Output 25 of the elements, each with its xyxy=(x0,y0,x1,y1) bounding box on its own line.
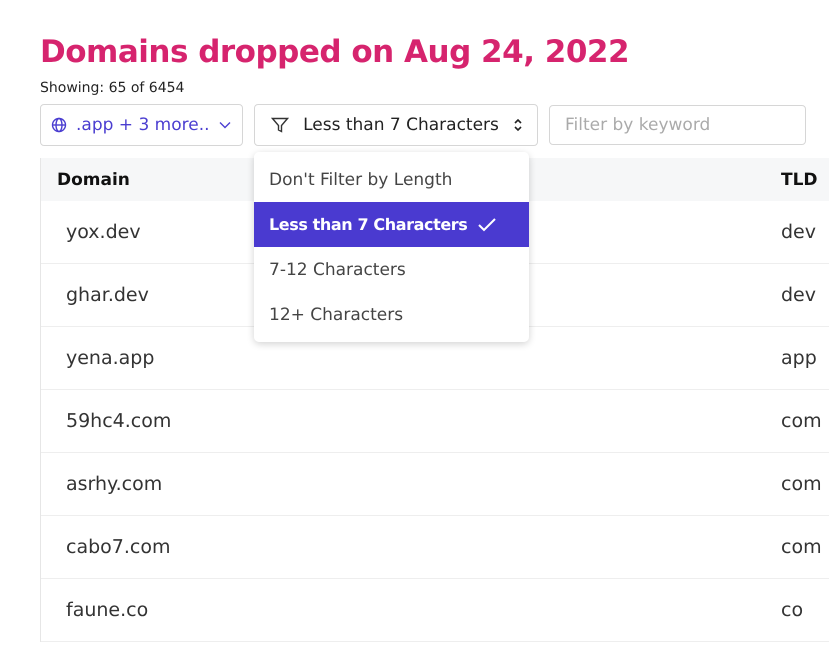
keyword-field[interactable]: Filter by keyword xyxy=(549,105,806,145)
table-cell: 59hc4.com xyxy=(66,410,172,432)
table-cell-text: dev xyxy=(781,284,817,306)
table-cell: com xyxy=(781,536,821,558)
table-cell: com xyxy=(781,410,821,432)
column-header: TLD xyxy=(781,170,819,190)
table-cell: yox.dev xyxy=(66,221,141,243)
table-cell: com xyxy=(781,473,821,495)
menu-item[interactable]: Less than 7 Characters xyxy=(254,202,529,247)
page-title: Domains dropped on Aug 24, 2022 xyxy=(40,33,630,72)
table-cell: faune.co xyxy=(66,599,148,621)
table-cell: asrhy.com xyxy=(66,473,162,495)
table-cell: yena.app xyxy=(66,347,154,369)
table-cell-text: app xyxy=(781,347,818,369)
tld-filter-button[interactable]: .app + 3 more.. xyxy=(40,104,243,146)
table-cell: ghar.dev xyxy=(66,284,149,306)
menu-item[interactable]: 7-12 Characters xyxy=(254,247,529,292)
result-count: Showing: 65 of 6454 xyxy=(40,80,186,96)
table-cell: cabo7.com xyxy=(66,536,170,558)
column-header: Domain xyxy=(57,170,130,190)
length-select[interactable]: Less than 7 Characters xyxy=(254,104,538,146)
table-cell-text: co xyxy=(781,599,804,621)
menu-item[interactable]: Don't Filter by Length xyxy=(254,157,529,202)
table-cell-text: dev xyxy=(781,221,817,243)
menu-item[interactable]: 12+ Characters xyxy=(254,292,529,337)
